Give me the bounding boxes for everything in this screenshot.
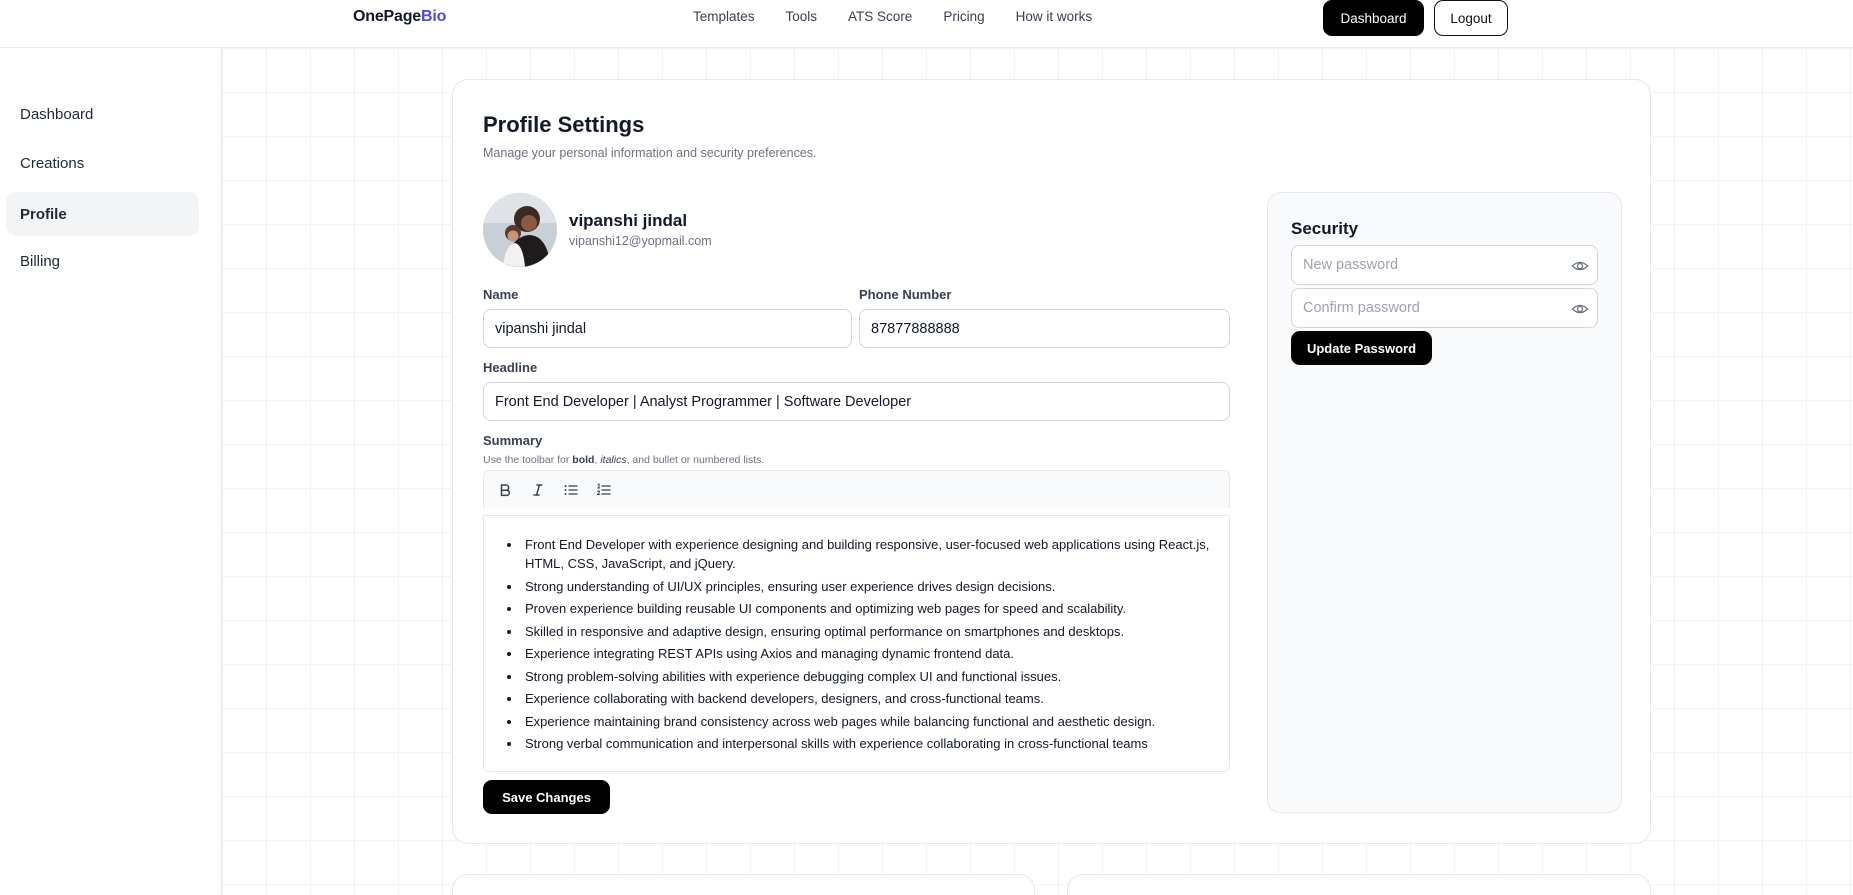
- sidebar-item-profile[interactable]: Profile: [6, 192, 199, 236]
- new-password-field[interactable]: New password: [1291, 245, 1598, 285]
- sidebar-item-billing[interactable]: Billing: [6, 239, 199, 283]
- page-title: Profile Settings: [483, 112, 645, 137]
- summary-hint-italics: italics: [600, 454, 627, 466]
- eye-icon[interactable]: [1571, 257, 1589, 275]
- avatar: [483, 193, 557, 267]
- summary-item: Strong understanding of UI/UX principles…: [522, 577, 1215, 596]
- phone-label: Phone Number: [859, 287, 952, 302]
- sidebar-item-creations[interactable]: Creations: [6, 141, 199, 185]
- nav-link-how-it-works[interactable]: How it works: [1016, 9, 1093, 24]
- page-subtitle: Manage your personal information and sec…: [483, 146, 817, 160]
- name-field[interactable]: vipanshi jindal: [483, 309, 852, 348]
- summary-hint-bold: bold: [572, 454, 595, 466]
- new-password-placeholder: New password: [1303, 257, 1399, 273]
- summary-item: Strong problem-solving abilities with ex…: [522, 667, 1215, 686]
- nav-links: Templates Tools ATS Score Pricing How it…: [693, 9, 1123, 24]
- numbered-list-icon[interactable]: [591, 477, 617, 503]
- save-changes-button[interactable]: Save Changes: [483, 780, 610, 814]
- summary-hint-suffix: , and bullet or numbered lists.: [626, 454, 765, 466]
- summary-toolbar: [483, 470, 1230, 508]
- secondary-card-right: [1067, 874, 1651, 895]
- nav-link-tools[interactable]: Tools: [786, 9, 818, 24]
- bullet-list-icon[interactable]: [558, 477, 584, 503]
- italic-icon[interactable]: [525, 477, 551, 503]
- top-navbar: OnePageBio Templates Tools ATS Score Pri…: [0, 0, 1853, 48]
- summary-item: Experience integrating REST APIs using A…: [522, 644, 1215, 663]
- summary-item: Strong verbal communication and interper…: [522, 734, 1215, 753]
- name-label: Name: [483, 287, 519, 302]
- update-password-button[interactable]: Update Password: [1291, 331, 1432, 365]
- summary-item: Experience collaborating with backend de…: [522, 689, 1215, 708]
- eye-icon[interactable]: [1571, 300, 1589, 318]
- nav-link-pricing[interactable]: Pricing: [943, 9, 984, 24]
- confirm-password-field[interactable]: Confirm password: [1291, 288, 1598, 328]
- headline-label: Headline: [483, 360, 538, 375]
- phone-field[interactable]: 87877888888: [859, 309, 1230, 348]
- profile-email: vipanshi12@yopmail.com: [569, 234, 712, 248]
- summary-item: Experience maintaining brand consistency…: [522, 712, 1215, 731]
- sidebar-item-dashboard[interactable]: Dashboard: [6, 92, 199, 136]
- summary-item: Skilled in responsive and adaptive desig…: [522, 622, 1215, 641]
- security-title: Security: [1291, 219, 1359, 238]
- summary-hint-prefix: Use the toolbar for: [483, 454, 573, 466]
- nav-link-ats-score[interactable]: ATS Score: [848, 9, 912, 24]
- profile-name: vipanshi jindal: [569, 211, 688, 230]
- summary-item: Front End Developer with experience desi…: [522, 535, 1215, 573]
- summary-item: Proven experience building reusable UI c…: [522, 599, 1215, 618]
- brand-logo-part2: Bio: [420, 8, 447, 25]
- brand-logo-part1: OnePage: [353, 8, 421, 25]
- avatar-photo: [483, 193, 557, 267]
- summary-list: Front End Developer with experience desi…: [522, 535, 1215, 753]
- headline-field[interactable]: Front End Developer | Analyst Programmer…: [483, 382, 1230, 421]
- secondary-card-left: [452, 874, 1035, 895]
- sidebar: Dashboard Creations Profile Billing: [0, 48, 222, 895]
- bold-icon[interactable]: [492, 477, 518, 503]
- brand-logo[interactable]: OnePageBio: [353, 8, 446, 26]
- confirm-password-placeholder: Confirm password: [1303, 300, 1420, 316]
- summary-hint: Use the toolbar for bold, italics, and b…: [483, 454, 764, 466]
- dashboard-button[interactable]: Dashboard: [1323, 0, 1424, 36]
- security-panel: Security New password Confirm password U…: [1267, 192, 1622, 813]
- summary-label: Summary: [483, 433, 543, 448]
- profile-settings-card: Profile Settings Manage your personal in…: [452, 79, 1651, 844]
- nav-link-templates[interactable]: Templates: [693, 9, 755, 24]
- summary-editor[interactable]: Front End Developer with experience desi…: [483, 515, 1230, 772]
- logout-button[interactable]: Logout: [1434, 0, 1508, 36]
